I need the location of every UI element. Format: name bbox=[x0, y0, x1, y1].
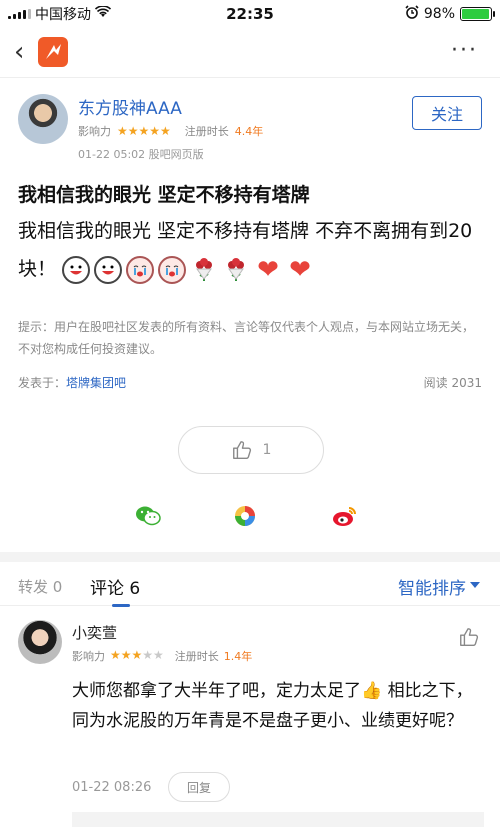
comment-item: 小奕萱 影响力 ★★★★★ 注册时长 1.4年 大师您都拿了大半年了吧，定力太足… bbox=[18, 616, 484, 816]
chevron-left-icon[interactable]: ‹ bbox=[14, 38, 24, 66]
nav-bar: ‹ ··· bbox=[0, 28, 500, 78]
influence-label: 影响力 bbox=[72, 650, 105, 663]
comment-text: 大师您都拿了大半年了吧，定力太足了👍 相比之下，同为水泥股的万年青是不是盘子更小… bbox=[72, 681, 473, 731]
post-body: 我相信我的眼光 坚定不移持有塔牌 不弃不离拥有到20块！ ❤ ❤ bbox=[18, 212, 488, 288]
sort-dropdown[interactable]: 智能排序 bbox=[398, 574, 466, 599]
sub-reply-box bbox=[72, 812, 484, 827]
post-date-value: 01-22 05:02 bbox=[78, 148, 146, 161]
thumbs-up-icon[interactable] bbox=[458, 626, 480, 648]
avatar[interactable] bbox=[18, 94, 68, 144]
reg-value: 1.4年 bbox=[223, 650, 253, 663]
influence-label: 影响力 bbox=[78, 125, 111, 138]
post-footer: 发表于：塔牌集团吧 阅读 2031 bbox=[18, 374, 482, 391]
commenter-name[interactable]: 小奕萱 bbox=[72, 622, 117, 643]
rose-icon bbox=[190, 256, 218, 284]
like-button[interactable]: 1 bbox=[178, 426, 324, 474]
heart-icon: ❤ bbox=[257, 254, 279, 285]
bar-link[interactable]: 塔牌集团吧 bbox=[66, 376, 126, 390]
share-row bbox=[0, 503, 500, 529]
tab-forward[interactable]: 转发 0 bbox=[18, 576, 62, 597]
stars-off: ★★ bbox=[142, 648, 164, 662]
post-author: 东方股神AAA 影响力 ★★★★★ 注册时长 4.4年 01-22 05:02 … bbox=[18, 90, 482, 162]
posted-in-label: 发表于： bbox=[18, 376, 67, 390]
cry-icon bbox=[126, 255, 155, 284]
chevron-down-icon[interactable] bbox=[470, 582, 480, 588]
follow-button[interactable]: 关注 bbox=[412, 96, 482, 130]
like-count: 1 bbox=[262, 442, 272, 458]
influence-stars: ★★★★★ bbox=[117, 124, 171, 138]
grin-icon bbox=[94, 255, 123, 284]
emoji-row: ❤ ❤ bbox=[62, 254, 314, 285]
post-title: 我相信我的眼光 坚定不移持有塔牌 bbox=[18, 184, 310, 206]
rose-icon bbox=[222, 256, 250, 284]
grin-icon bbox=[62, 255, 91, 284]
influence-stars: ★★★★★ bbox=[110, 648, 164, 664]
app-logo-icon[interactable] bbox=[38, 37, 68, 67]
tab-comments[interactable]: 评论 6 bbox=[90, 574, 140, 607]
reg-value: 4.4年 bbox=[234, 125, 264, 138]
comment-tabs: 转发 0 评论 6 智能排序 bbox=[0, 562, 500, 607]
commenter-meta: 影响力 ★★★★★ 注册时长 1.4年 bbox=[72, 648, 252, 664]
status-bar: 中国移动 22:35 98% bbox=[0, 0, 500, 28]
stars-on: ★★★ bbox=[110, 648, 143, 662]
reg-label: 注册时长 bbox=[174, 650, 219, 663]
alarm-icon bbox=[405, 5, 419, 23]
cry-icon bbox=[158, 255, 187, 284]
author-name[interactable]: 东方股神AAA bbox=[78, 94, 182, 119]
comment-date: 01-22 08:26 bbox=[72, 780, 152, 795]
author-meta: 影响力 ★★★★★ 注册时长 4.4年 bbox=[78, 123, 263, 139]
avatar[interactable] bbox=[18, 620, 62, 664]
moments-icon[interactable] bbox=[232, 503, 258, 529]
section-divider bbox=[0, 552, 500, 562]
battery-percent: 98% bbox=[423, 6, 455, 22]
battery-icon bbox=[460, 7, 495, 21]
more-dots-icon[interactable]: ··· bbox=[451, 38, 478, 63]
wechat-icon[interactable] bbox=[135, 503, 161, 529]
reply-button[interactable]: 回复 bbox=[168, 772, 230, 802]
post-date: 01-22 05:02 股吧网页版 bbox=[78, 146, 204, 162]
status-right: 98% bbox=[405, 5, 495, 23]
disclaimer-text: 提示：用户在股吧社区发表的所有资料、言论等仅代表个人观点，与本网站立场无关，不对… bbox=[18, 320, 475, 356]
heart-icon: ❤ bbox=[289, 254, 311, 285]
read-count: 阅读 2031 bbox=[423, 376, 482, 390]
thumbs-up-icon bbox=[232, 441, 251, 459]
weibo-icon[interactable] bbox=[332, 503, 358, 529]
post-source: 股吧网页版 bbox=[148, 148, 204, 161]
reg-label: 注册时长 bbox=[184, 125, 229, 138]
